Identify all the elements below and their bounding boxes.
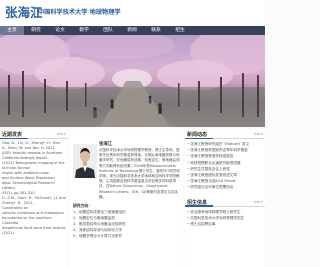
site-header: 张海江 | 中国科学技术大学 地球物理学 <box>0 0 265 25</box>
profile-photo <box>73 144 97 178</box>
sub-panel-header: 招生信息 more <box>185 197 265 207</box>
site-logo-name[interactable]: 张海江 <box>5 2 43 21</box>
logo-separator: | <box>33 6 37 17</box>
publication-line[interactable]: Li, Z.M., Gao*, H., McGuire*, J.J. and Z… <box>2 196 66 206</box>
news-item[interactable]: 研究组与合作单位签署协议 <box>187 184 263 190</box>
publication-line[interactable]: boundaries on the southern Cascadia <box>2 216 66 226</box>
title-underline <box>0 137 28 139</box>
banner-image <box>0 35 265 127</box>
news-panel: 新闻动态 more 张海江教授研究组在《Nature》发文 张海江教授获国家杰出… <box>185 129 265 267</box>
person-portrait-icon <box>73 144 97 178</box>
interest-item: 5、地震学理论与计算方法研究 <box>73 234 123 238</box>
profile-name: 张海江 <box>99 142 113 147</box>
more-link[interactable]: more <box>57 132 66 136</box>
publication-line[interactable]: Gao, D., Lin, G., Zhang*, H., Kim, K., S… <box>2 141 66 151</box>
nav-item-admission[interactable]: 招生 <box>168 26 192 35</box>
panel-header: 近期发表 more <box>0 129 68 139</box>
main-nav: 主页 研究 论文 教学 团队 新闻 联系 招生 <box>0 26 265 35</box>
nav-item-research[interactable]: 研究 <box>24 26 48 35</box>
profile-panel: 张海江 中国科学技术大学地球物理学教授，博士生导师，国家杰出青年科学基金获得者。… <box>70 129 183 267</box>
nav-item-home[interactable]: 主页 <box>0 26 24 35</box>
profile-bio: 中国科学技术大学地球物理学教授，博士生导师，国家杰出青年科学基金获得者。长期从事… <box>99 148 180 199</box>
nav-item-team[interactable]: 团队 <box>96 26 120 35</box>
publication-line[interactable]: data. Seismological Research Letters, <box>2 181 66 191</box>
admission-list: 欢迎报考地球物理学硕士研究生 中国科学技术大学地球物理学招生 博士后招聘启事 <box>185 207 265 228</box>
admission-item[interactable]: 博士后招聘启事 <box>187 221 263 227</box>
nav-item-contact[interactable]: 联系 <box>144 26 168 35</box>
more-link[interactable]: more <box>254 132 263 136</box>
news-list: 张海江教授研究组在《Nature》发文 张海江教授获国家杰出青年科学基金 张海江… <box>185 139 265 191</box>
publication-line[interactable]: (JGR) Velocity models in Southern Califo… <box>2 151 66 161</box>
recent-publications-panel: 近期发表 more Gao, D., Lin, G., Zhang*, H., … <box>0 129 68 267</box>
title-underline <box>185 205 213 207</box>
cherry-blossom-photo <box>0 35 265 127</box>
nav-item-teaching[interactable]: 教学 <box>72 26 96 35</box>
more-link[interactable]: more <box>254 200 263 204</box>
nav-item-publications[interactable]: 论文 <box>48 26 72 35</box>
title-underline <box>185 137 213 139</box>
nav-item-news[interactable]: 新闻 <box>120 26 144 35</box>
site-subtitle: 中国科学技术大学 地球物理学 <box>38 9 121 16</box>
panel-header: 新闻动态 more <box>185 129 265 139</box>
publication-list: Gao, D., Lin, G., Zhang*, H., Kim, K., S… <box>0 139 68 236</box>
research-interests-list: 1、地震层析成像及三维速度结构 2、地震定位与微地震监测 3、断层带结构与地震活… <box>73 209 126 239</box>
publication-line[interactable]: (2021) Tomography imaging of the Sichuan… <box>2 161 66 171</box>
publication-line[interactable]: (2021) <box>2 231 66 236</box>
